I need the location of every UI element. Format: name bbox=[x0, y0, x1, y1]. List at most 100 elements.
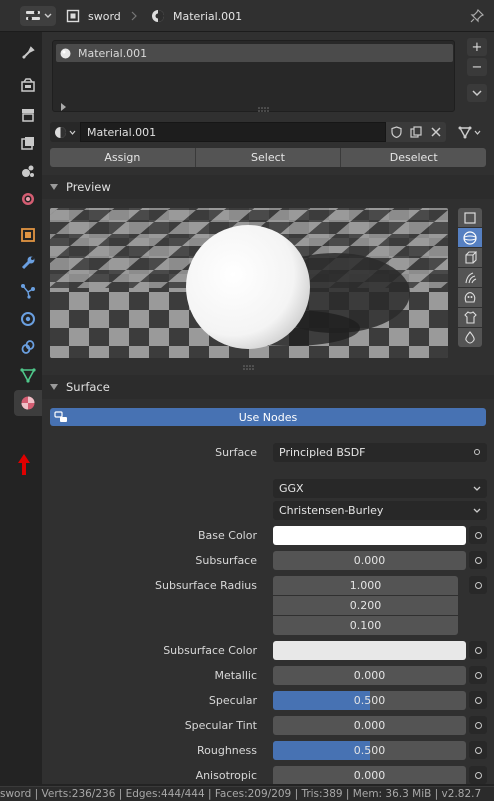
tab-constraints[interactable] bbox=[14, 334, 42, 360]
anisotropic-slider[interactable]: 0.000 bbox=[273, 766, 466, 784]
assign-button[interactable]: Assign bbox=[50, 148, 196, 167]
object-icon bbox=[66, 9, 80, 23]
world-icon bbox=[22, 193, 34, 205]
preview-flat-button[interactable] bbox=[458, 208, 482, 227]
remove-slot-button[interactable]: − bbox=[467, 58, 487, 76]
specular-tint-link-button[interactable] bbox=[469, 716, 487, 734]
subsurface-color-label: Subsurface Color bbox=[163, 644, 257, 657]
preview-fluid-button[interactable] bbox=[458, 328, 482, 347]
distribution-value: GGX bbox=[279, 482, 304, 495]
material-breadcrumb[interactable]: Material.001 bbox=[151, 6, 242, 26]
preview-monkey-button[interactable] bbox=[458, 288, 482, 307]
scrollbar[interactable] bbox=[489, 32, 492, 772]
tab-scene[interactable] bbox=[14, 158, 42, 184]
preview-cloth-button[interactable] bbox=[458, 308, 482, 327]
tab-material[interactable] bbox=[14, 390, 42, 416]
metallic-link-button[interactable] bbox=[469, 666, 487, 684]
tab-view-layer[interactable] bbox=[14, 130, 42, 156]
pin-button[interactable] bbox=[470, 6, 484, 26]
base-color-swatch[interactable] bbox=[273, 526, 466, 545]
expand-triangle-icon[interactable] bbox=[61, 101, 67, 114]
material-name-field[interactable]: Material.001 bbox=[80, 122, 386, 142]
fake-user-button[interactable] bbox=[386, 122, 406, 142]
tab-object[interactable] bbox=[14, 222, 42, 248]
slot-specials-button[interactable] bbox=[467, 84, 487, 102]
droplet-icon bbox=[465, 331, 475, 344]
metallic-value: 0.000 bbox=[353, 669, 386, 682]
preview-sphere-button[interactable] bbox=[458, 228, 482, 247]
preview-title: Preview bbox=[66, 180, 111, 194]
metallic-label: Metallic bbox=[214, 669, 257, 682]
material-selector-row: Material.001 bbox=[50, 122, 486, 142]
specular-value: 0.500 bbox=[353, 694, 386, 707]
tab-tool[interactable] bbox=[14, 40, 42, 66]
specular-slider[interactable]: 0.500 bbox=[273, 691, 466, 710]
subsurface-link-button[interactable] bbox=[469, 551, 487, 569]
hair-icon bbox=[464, 272, 476, 284]
select-button[interactable]: Select bbox=[195, 148, 342, 167]
subsurface-slider[interactable]: 0.000 bbox=[273, 551, 466, 570]
material-browse-icon bbox=[55, 126, 66, 138]
anisotropic-label: Anisotropic bbox=[195, 769, 257, 782]
properties-editor-icon bbox=[25, 10, 40, 21]
link-mode-button[interactable] bbox=[452, 122, 486, 142]
material-tab-icon bbox=[21, 396, 35, 410]
roughness-slider[interactable]: 0.500 bbox=[273, 741, 466, 760]
subsurface-color-link-button[interactable] bbox=[469, 641, 487, 659]
subsurface-radius-z[interactable]: 0.100 bbox=[273, 616, 458, 635]
add-slot-button[interactable]: + bbox=[467, 38, 487, 56]
specular-tint-value: 0.000 bbox=[353, 719, 386, 732]
monkey-icon bbox=[464, 291, 476, 303]
subsurface-radius-link-button[interactable] bbox=[469, 576, 487, 594]
browse-material-button[interactable] bbox=[50, 122, 80, 142]
tab-physics[interactable] bbox=[14, 306, 42, 332]
subsurface-method-dropdown[interactable]: Christensen-Burley bbox=[273, 501, 487, 520]
status-text: sword | Verts:236/236 | Edges:444/444 | … bbox=[0, 788, 482, 800]
breadcrumb-separator bbox=[130, 6, 138, 26]
subsurface-color-swatch[interactable] bbox=[273, 641, 466, 660]
deselect-button[interactable]: Deselect bbox=[341, 148, 487, 167]
tab-output[interactable] bbox=[14, 102, 42, 128]
tab-modifiers[interactable] bbox=[14, 250, 42, 276]
chevron-down-icon bbox=[473, 486, 481, 491]
object-breadcrumb[interactable]: sword bbox=[66, 6, 121, 26]
preview-cube-button[interactable] bbox=[458, 248, 482, 267]
specular-tint-slider[interactable]: 0.000 bbox=[273, 716, 466, 735]
material-slot-item[interactable]: Material.001 bbox=[56, 44, 453, 62]
material-slot-list: Material.001 bbox=[52, 40, 455, 112]
distribution-dropdown[interactable]: GGX bbox=[273, 479, 487, 498]
mesh-link-icon bbox=[458, 126, 471, 139]
metallic-slider[interactable]: 0.000 bbox=[273, 666, 466, 685]
object-props-icon bbox=[21, 228, 35, 242]
editor-type-button[interactable] bbox=[20, 6, 56, 26]
base-color-label: Base Color bbox=[197, 529, 257, 542]
unlink-material-button[interactable] bbox=[426, 122, 446, 142]
list-resize-handle[interactable] bbox=[258, 103, 270, 116]
surface-panel-header[interactable]: Surface bbox=[42, 375, 494, 399]
material-sphere-icon bbox=[60, 48, 71, 58]
anisotropic-value: 0.000 bbox=[353, 768, 386, 782]
surface-shader-field[interactable]: Principled BSDF bbox=[273, 443, 487, 462]
tab-world[interactable] bbox=[14, 186, 42, 212]
subsurface-label: Subsurface bbox=[195, 554, 257, 567]
anisotropic-link-button[interactable] bbox=[469, 766, 487, 784]
specular-link-button[interactable] bbox=[469, 691, 487, 709]
close-icon bbox=[431, 127, 441, 137]
preview-resize-handle[interactable] bbox=[243, 361, 255, 374]
tab-render[interactable] bbox=[14, 72, 42, 98]
shield-icon bbox=[390, 126, 402, 138]
tab-data[interactable] bbox=[14, 362, 42, 388]
roughness-link-button[interactable] bbox=[469, 741, 487, 759]
subsurface-radius-y[interactable]: 0.200 bbox=[273, 596, 458, 615]
use-nodes-button[interactable]: Use Nodes bbox=[50, 408, 486, 426]
tab-particles[interactable] bbox=[14, 278, 42, 304]
subsurface-radius-x[interactable]: 1.000 bbox=[273, 576, 458, 595]
new-material-button[interactable] bbox=[406, 122, 426, 142]
preview-hair-button[interactable] bbox=[458, 268, 482, 287]
preview-panel-header[interactable]: Preview bbox=[42, 175, 494, 199]
collapse-triangle-icon bbox=[50, 384, 58, 390]
base-color-link-button[interactable] bbox=[469, 526, 487, 544]
properties-panel: Material.001 + − Material.001 Assign Sel… bbox=[42, 32, 494, 784]
node-tree-icon bbox=[54, 411, 67, 422]
subsurface-method-value: Christensen-Burley bbox=[279, 504, 384, 517]
